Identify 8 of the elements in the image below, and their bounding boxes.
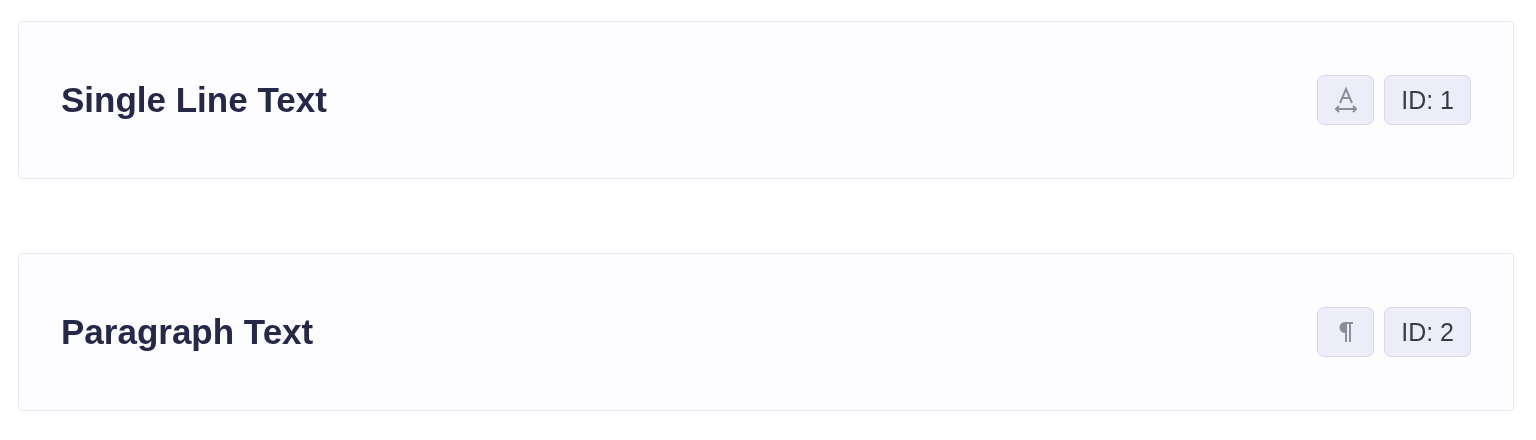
- field-card[interactable]: Paragraph Text ID: 2: [18, 253, 1514, 411]
- pilcrow-icon: [1337, 321, 1354, 343]
- text-width-icon: [1332, 86, 1359, 114]
- field-card[interactable]: Single Line Text ID: 1: [18, 21, 1514, 179]
- field-label: Single Line Text: [61, 80, 327, 120]
- field-label: Paragraph Text: [61, 312, 314, 352]
- id-badge: ID: 2: [1384, 307, 1471, 357]
- id-badge: ID: 1: [1384, 75, 1471, 125]
